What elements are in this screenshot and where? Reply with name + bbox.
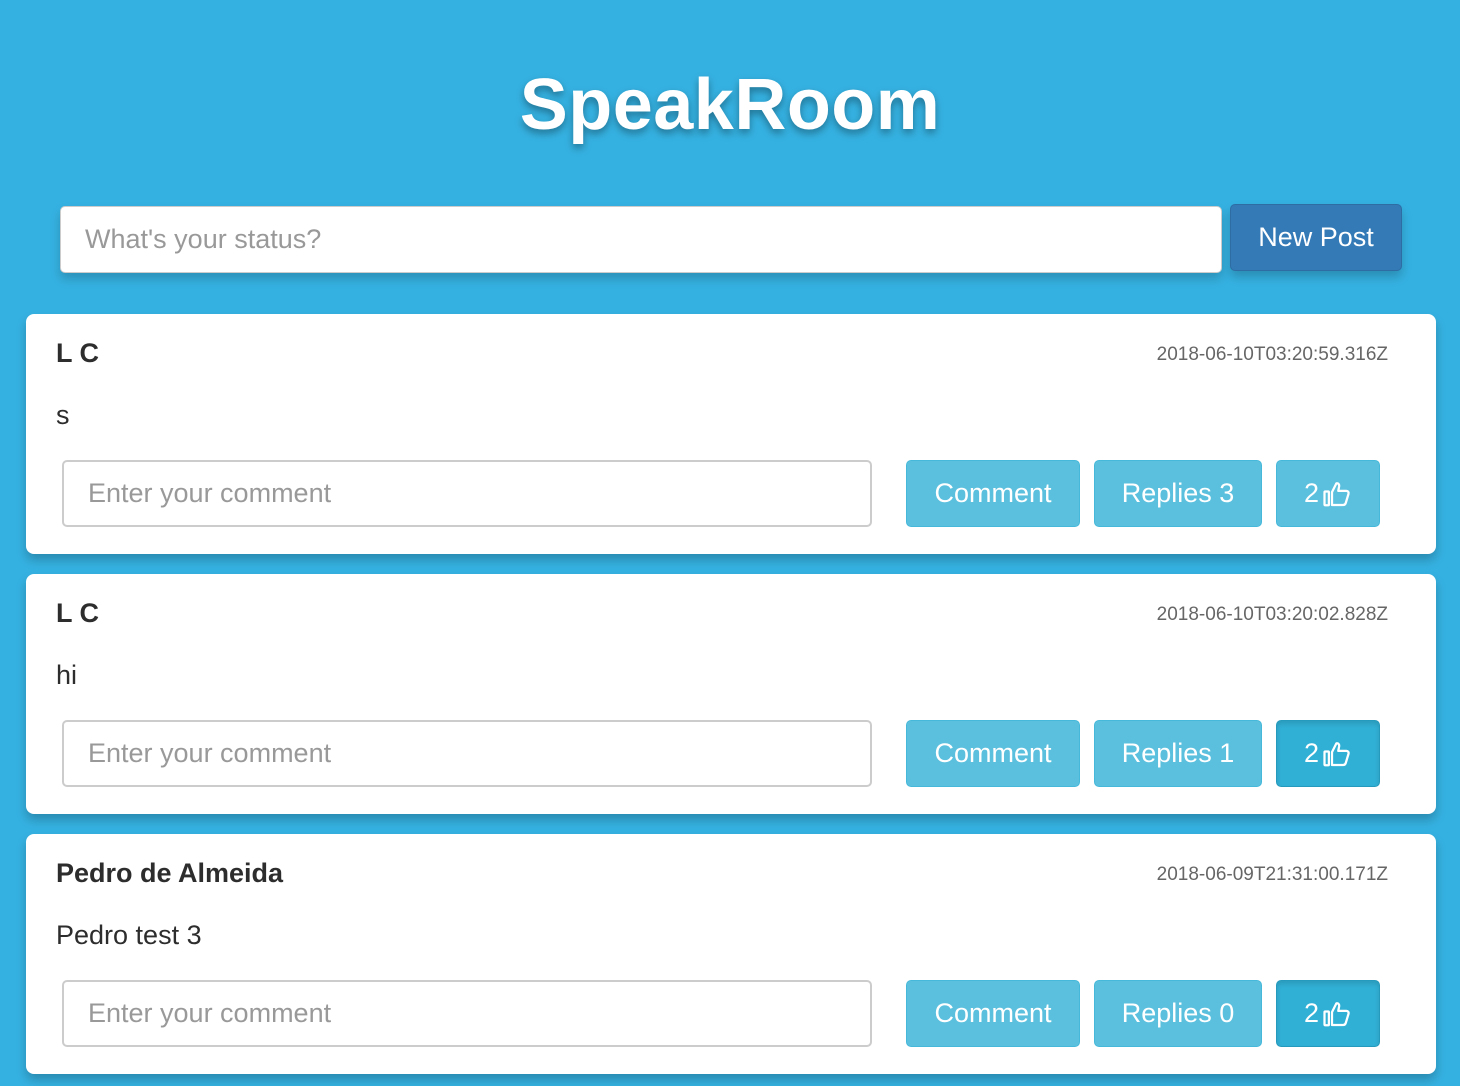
- thumbs-up-icon: [1322, 479, 1352, 509]
- new-post-button[interactable]: New Post: [1230, 204, 1402, 271]
- post-body: Pedro test 3: [56, 920, 202, 950]
- comment-button[interactable]: Comment: [906, 720, 1080, 787]
- status-input[interactable]: [60, 206, 1222, 273]
- thumbs-up-icon: [1322, 739, 1352, 769]
- post-timestamp: 2018-06-09T21:31:00.171Z: [1156, 864, 1388, 885]
- post-author: Pedro de Almeida: [56, 858, 284, 888]
- post-author: L C: [56, 338, 100, 368]
- post-timestamp: 2018-06-10T03:20:02.828Z: [1156, 604, 1388, 625]
- like-count: 2: [1303, 998, 1320, 1028]
- like-count: 2: [1303, 738, 1320, 768]
- comment-button[interactable]: Comment: [906, 980, 1080, 1047]
- post-card: L C 2018-06-10T03:20:02.828Z hi Comment …: [26, 574, 1436, 814]
- post-author: L C: [56, 598, 100, 628]
- replies-button[interactable]: Replies 3: [1094, 460, 1262, 527]
- like-count: 2: [1303, 478, 1320, 508]
- like-button[interactable]: 2: [1276, 980, 1380, 1047]
- post-card: Pedro de Almeida 2018-06-09T21:31:00.171…: [26, 834, 1436, 1074]
- comment-input[interactable]: [62, 980, 872, 1047]
- post-body: s: [56, 400, 70, 430]
- comment-button[interactable]: Comment: [906, 460, 1080, 527]
- like-button[interactable]: 2: [1276, 460, 1380, 527]
- comment-input[interactable]: [62, 460, 872, 527]
- post-card: L C 2018-06-10T03:20:59.316Z s Comment R…: [26, 314, 1436, 554]
- post-timestamp: 2018-06-10T03:20:59.316Z: [1156, 344, 1388, 365]
- thumbs-up-icon: [1322, 999, 1352, 1029]
- replies-button[interactable]: Replies 1: [1094, 720, 1262, 787]
- replies-button[interactable]: Replies 0: [1094, 980, 1262, 1047]
- comment-input[interactable]: [62, 720, 872, 787]
- app-title: SpeakRoom: [519, 65, 941, 145]
- post-body: hi: [56, 660, 78, 690]
- like-button[interactable]: 2: [1276, 720, 1380, 787]
